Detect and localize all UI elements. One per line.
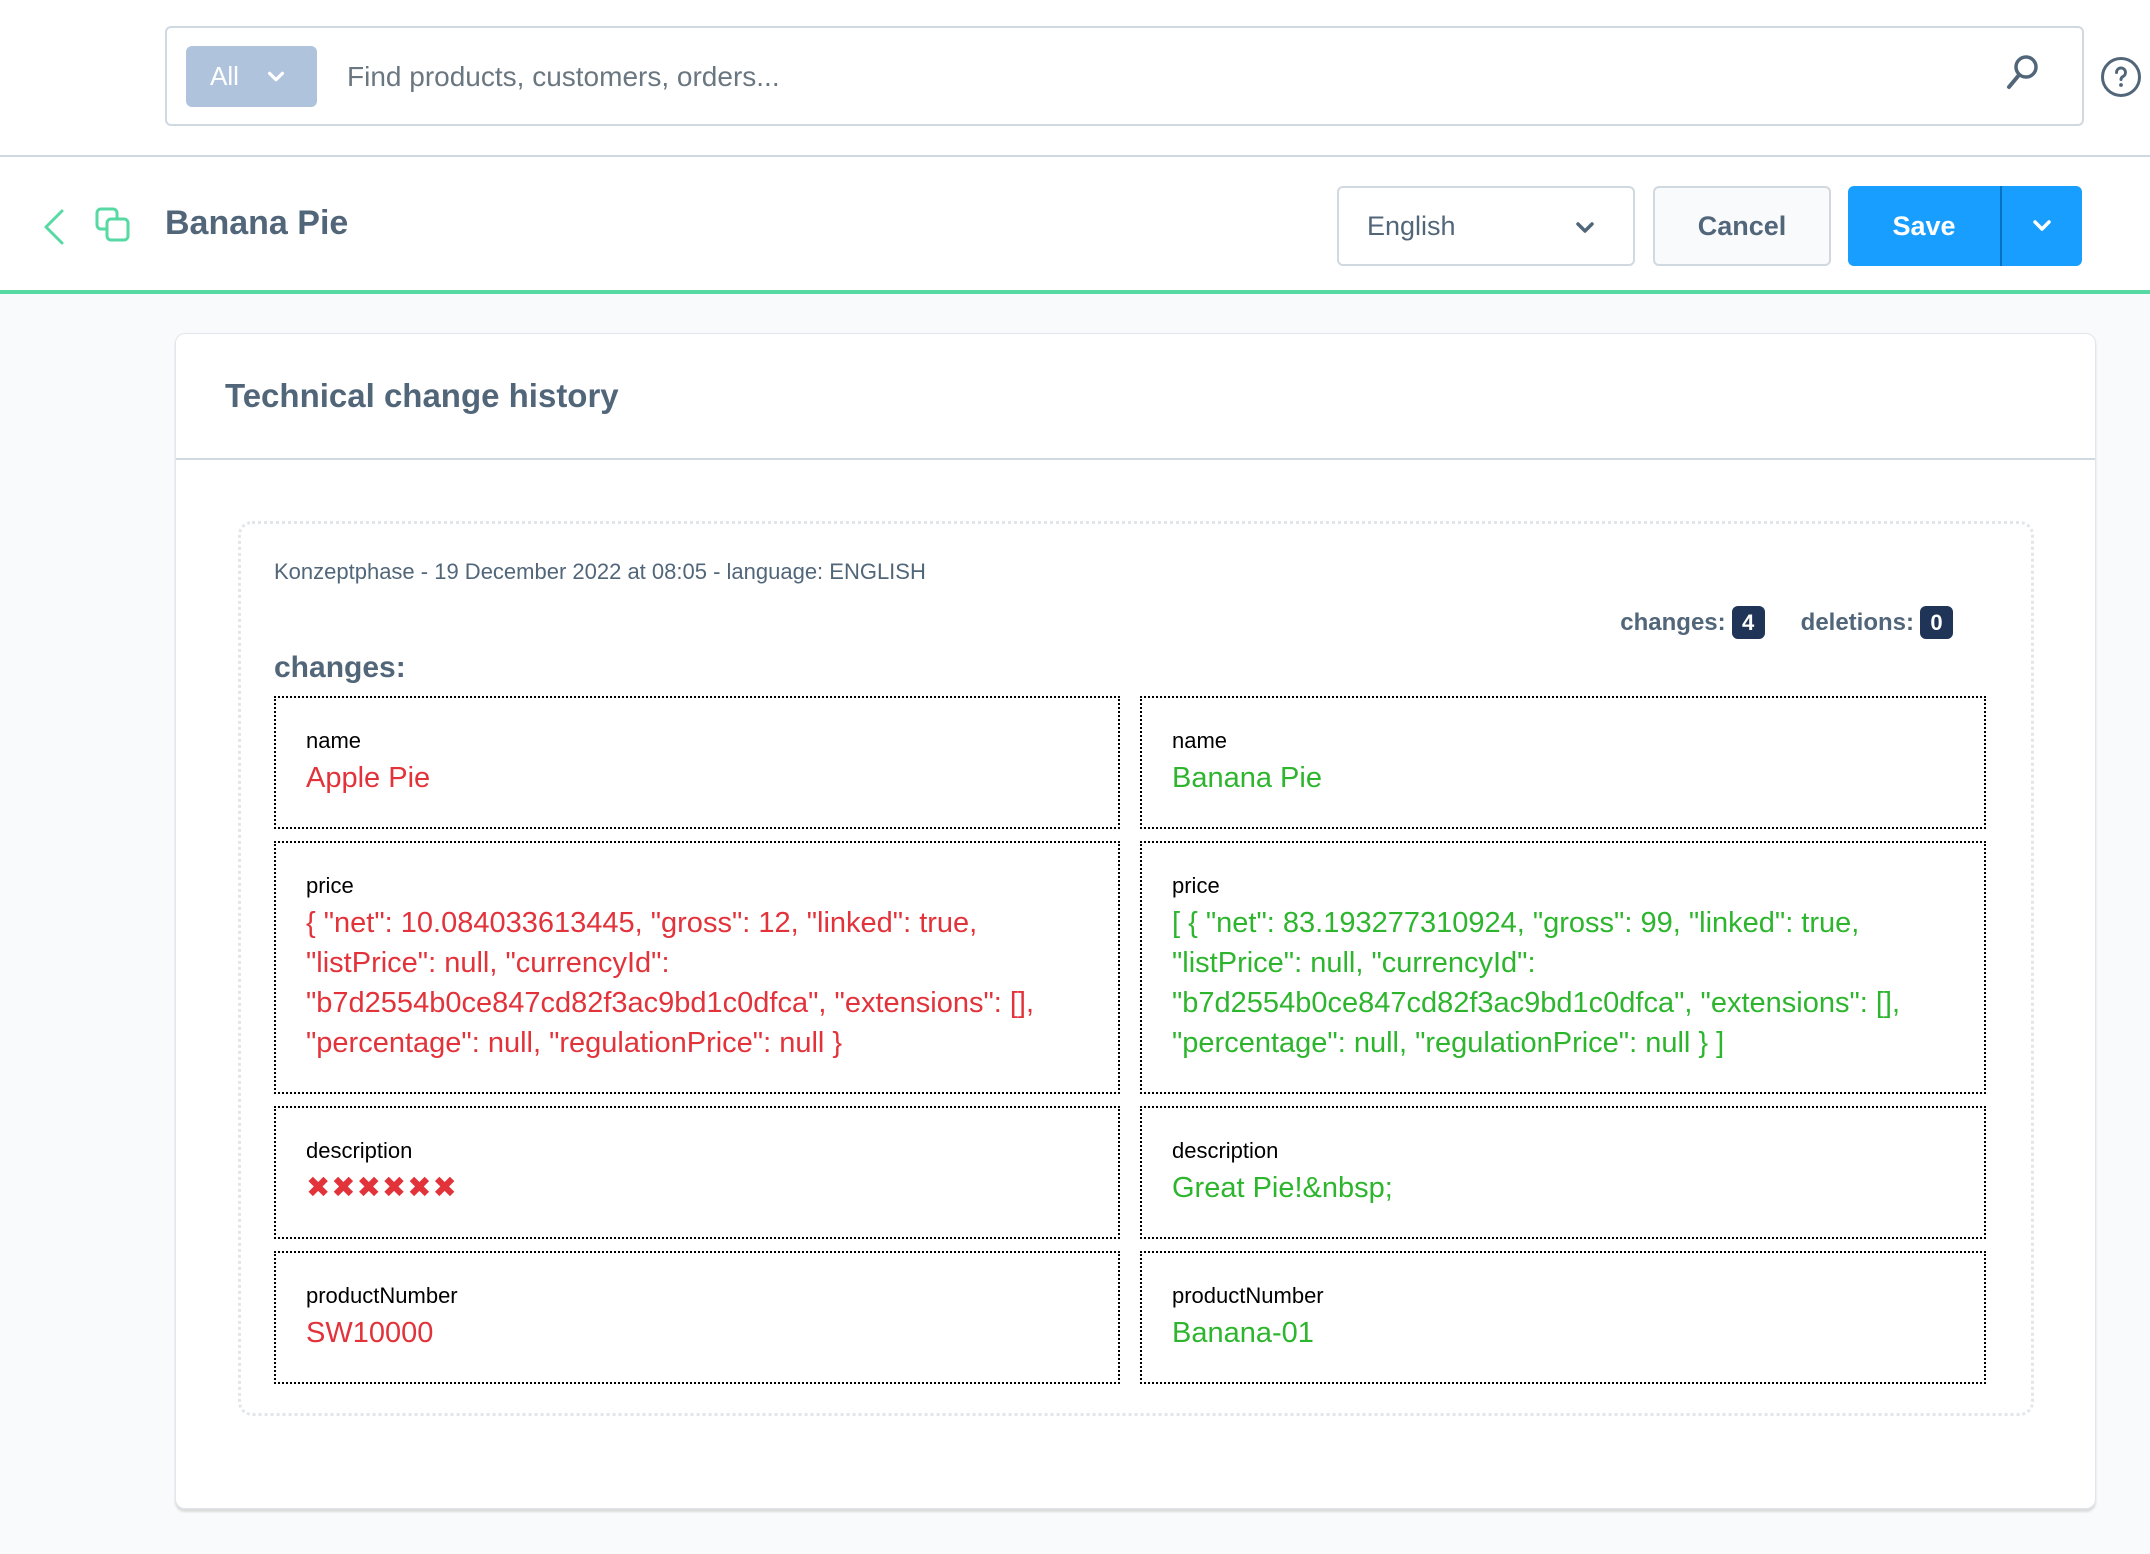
field-name: productNumber <box>306 1283 458 1308</box>
deletions-count-badge: 0 <box>1920 606 1953 639</box>
deletions-count: deletions: 0 <box>1801 606 1953 639</box>
new-value-cell: description Great Pie!&nbsp; <box>1140 1106 1986 1239</box>
chevron-down-icon <box>267 71 284 81</box>
change-history-card: Technical change history Konzeptphase - … <box>175 333 2096 1509</box>
history-entry: Konzeptphase - 19 December 2022 at 08:05… <box>238 521 2034 1416</box>
new-value-cell: productNumber Banana-01 <box>1140 1251 1986 1384</box>
entry-counts: changes: 4 deletions: 0 <box>1584 606 1953 639</box>
old-value-removed-marker: ✖✖✖✖✖✖ <box>306 1172 458 1204</box>
old-value-cell: name Apple Pie <box>274 696 1120 829</box>
entry-meta: Konzeptphase - 19 December 2022 at 08:05… <box>274 559 926 584</box>
field-name: name <box>306 728 362 753</box>
search-type-label: All <box>210 61 239 91</box>
field-name: productNumber <box>1172 1283 1324 1308</box>
new-value: [ { "net": 83.193277310924, "gross": 99,… <box>1172 907 1901 1059</box>
old-value: { "net": 10.084033613445, "gross": 12, "… <box>306 907 1035 1059</box>
cancel-button[interactable]: Cancel <box>1653 186 1831 266</box>
new-value-cell: name Banana Pie <box>1140 696 1986 829</box>
search-input[interactable] <box>347 46 1947 107</box>
save-options-button[interactable] <box>2002 186 2082 266</box>
help-icon[interactable] <box>2100 56 2142 98</box>
save-split-button: Save <box>1848 186 2082 266</box>
field-name: name <box>1172 728 1228 753</box>
old-value: SW10000 <box>306 1317 434 1349</box>
global-search: All <box>165 26 2084 126</box>
old-value-cell: productNumber SW10000 <box>274 1251 1120 1384</box>
card-header: Technical change history <box>176 334 2095 460</box>
search-type-dropdown[interactable]: All <box>186 46 317 107</box>
new-value: Great Pie!&nbsp; <box>1172 1172 1393 1204</box>
copy-icon[interactable] <box>95 207 131 243</box>
page-title: Banana Pie <box>165 204 349 242</box>
old-value: Apple Pie <box>306 762 431 794</box>
changes-heading: changes: <box>274 651 406 684</box>
top-bar: All <box>0 0 2150 157</box>
changes-count-label: changes: <box>1620 608 1726 636</box>
card-title: Technical change history <box>225 377 619 414</box>
search-icon[interactable] <box>2000 50 2044 94</box>
changes-grid: name Apple Pie name Banana Pie price { "… <box>274 696 1986 1384</box>
new-value: Banana-01 <box>1172 1317 1314 1349</box>
new-value-cell: price [ { "net": 83.193277310924, "gross… <box>1140 841 1986 1094</box>
field-name: price <box>306 873 354 898</box>
changes-count-badge: 4 <box>1731 606 1765 639</box>
chevron-down-icon <box>2033 220 2051 231</box>
field-name: price <box>1172 873 1220 898</box>
language-select-value: English <box>1367 210 1456 241</box>
language-select[interactable]: English <box>1337 186 1635 266</box>
old-value-cell: description ✖✖✖✖✖✖ <box>274 1106 1120 1239</box>
chevron-down-icon <box>1576 222 1594 233</box>
deletions-count-label: deletions: <box>1800 608 1914 636</box>
smart-bar: Banana Pie English Cancel Save <box>0 157 2150 294</box>
changes-count: changes: 4 <box>1620 606 1765 639</box>
save-button[interactable]: Save <box>1848 186 2002 266</box>
new-value: Banana Pie <box>1172 762 1322 794</box>
field-name: description <box>306 1138 413 1163</box>
back-chevron-icon[interactable] <box>42 207 66 247</box>
old-value-cell: price { "net": 10.084033613445, "gross":… <box>274 841 1120 1094</box>
field-name: description <box>1172 1138 1279 1163</box>
